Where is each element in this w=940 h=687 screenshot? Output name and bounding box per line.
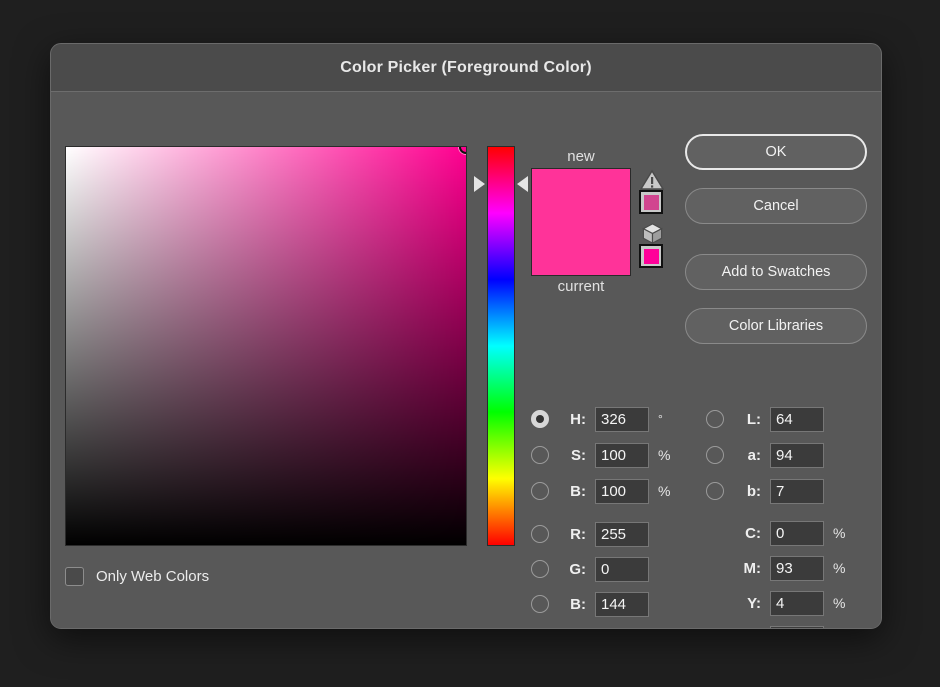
rgb-b-row: B: 144 xyxy=(531,591,649,617)
lab-a-label: a: xyxy=(735,447,761,464)
rgb-g-label: G: xyxy=(560,561,586,578)
hsb-s-row: S: 100% xyxy=(531,442,670,468)
checkbox-box[interactable] xyxy=(65,567,84,586)
lab-a-row: a: 94 xyxy=(706,442,824,468)
dialog-buttons: OK Cancel Add to Swatches Color Librarie… xyxy=(685,134,867,344)
cmyk-m-row: M: 93% xyxy=(735,555,845,581)
radio-hsb-s[interactable] xyxy=(531,446,549,464)
cmyk-c-unit: % xyxy=(833,525,845,541)
hsb-b-row: B: 100% xyxy=(531,478,670,504)
radio-rgb-r[interactable] xyxy=(531,525,549,543)
radio-rgb-b[interactable] xyxy=(531,595,549,613)
cmyk-y-row: Y: 4% xyxy=(735,590,845,616)
radio-hsb-h[interactable] xyxy=(531,410,549,428)
hue-spectrum[interactable] xyxy=(487,146,515,546)
rgb-b-input[interactable]: 144 xyxy=(595,592,649,617)
out-of-gamut-swatch[interactable] xyxy=(639,190,663,214)
radio-lab-b[interactable] xyxy=(706,482,724,500)
hsb-h-input[interactable]: 326 xyxy=(595,407,649,432)
hsb-s-input[interactable]: 100 xyxy=(595,443,649,468)
new-color-label: new xyxy=(531,146,631,168)
saturation-brightness-field[interactable] xyxy=(65,146,467,546)
cmyk-y-input[interactable]: 4 xyxy=(770,591,824,616)
lab-l-input[interactable]: 64 xyxy=(770,407,824,432)
radio-lab-l[interactable] xyxy=(706,410,724,428)
radio-hsb-b[interactable] xyxy=(531,482,549,500)
brightness-gradient-layer xyxy=(66,147,466,545)
cmyk-m-input[interactable]: 93 xyxy=(770,556,824,581)
hsb-h-row: H: 326 ° xyxy=(531,406,663,432)
web-safe-alert xyxy=(639,222,669,268)
web-safe-swatch[interactable] xyxy=(639,244,663,268)
cmyk-k-row: K:0% xyxy=(735,625,845,629)
cmyk-y-unit: % xyxy=(833,595,845,611)
cmyk-y-label: Y: xyxy=(735,595,761,612)
cmyk-m-unit: % xyxy=(833,560,845,576)
web-safe-chip xyxy=(644,249,659,264)
color-libraries-button[interactable]: Color Libraries xyxy=(685,308,867,344)
out-of-gamut-chip xyxy=(644,195,659,210)
rgb-g-row: G: 0 xyxy=(531,556,649,582)
color-alerts xyxy=(639,168,669,276)
rgb-g-input[interactable]: 0 xyxy=(595,557,649,582)
rgb-r-label: R: xyxy=(560,526,586,543)
lab-l-label: L: xyxy=(735,411,761,428)
color-preview: new current xyxy=(531,146,631,298)
cmyk-k-input[interactable]: 0 xyxy=(770,626,824,630)
cmyk-c-input[interactable]: 0 xyxy=(770,521,824,546)
warning-triangle-icon[interactable] xyxy=(639,168,665,190)
radio-lab-a[interactable] xyxy=(706,446,724,464)
hsb-s-label: S: xyxy=(560,447,586,464)
cmyk-c-row: C: 0% xyxy=(735,520,845,546)
out-of-gamut-alert xyxy=(639,168,669,214)
hue-slider[interactable] xyxy=(487,146,515,546)
ok-button[interactable]: OK xyxy=(685,134,867,170)
lab-b-label: b: xyxy=(735,483,761,500)
swatch-stack xyxy=(531,168,631,276)
only-web-colors-label: Only Web Colors xyxy=(96,568,209,585)
add-to-swatches-button[interactable]: Add to Swatches xyxy=(685,254,867,290)
dialog-title: Color Picker (Foreground Color) xyxy=(340,59,592,77)
hue-marker-right-icon[interactable] xyxy=(517,176,528,192)
dialog-body: Only Web Colors new current xyxy=(51,92,881,629)
rgb-r-input[interactable]: 255 xyxy=(595,522,649,547)
new-color-swatch[interactable] xyxy=(532,169,630,222)
radio-rgb-g[interactable] xyxy=(531,560,549,578)
current-color-label: current xyxy=(531,276,631,298)
color-picker-dialog: Color Picker (Foreground Color) Only Web… xyxy=(50,43,882,629)
rgb-b-label: B: xyxy=(560,596,586,613)
lab-l-row: L: 64 xyxy=(706,406,824,432)
hsb-b-label: B: xyxy=(560,483,586,500)
screen: Color Picker (Foreground Color) Only Web… xyxy=(0,0,940,687)
hsb-s-unit: % xyxy=(658,447,670,463)
dialog-titlebar: Color Picker (Foreground Color) xyxy=(51,44,881,92)
hsb-h-label: H: xyxy=(560,411,586,428)
cmyk-c-label: C: xyxy=(735,525,761,542)
current-color-swatch[interactable] xyxy=(532,222,630,275)
cube-icon[interactable] xyxy=(639,222,665,244)
cmyk-m-label: M: xyxy=(735,560,761,577)
lab-b-row: b: 7 xyxy=(706,478,824,504)
hsb-h-unit: ° xyxy=(658,412,663,426)
only-web-colors-checkbox[interactable]: Only Web Colors xyxy=(65,567,209,586)
lab-b-input[interactable]: 7 xyxy=(770,479,824,504)
hsb-b-unit: % xyxy=(658,483,670,499)
cancel-button[interactable]: Cancel xyxy=(685,188,867,224)
hue-marker-left-icon[interactable] xyxy=(474,176,485,192)
hsb-b-input[interactable]: 100 xyxy=(595,479,649,504)
rgb-r-row: R: 255 xyxy=(531,521,649,547)
lab-a-input[interactable]: 94 xyxy=(770,443,824,468)
